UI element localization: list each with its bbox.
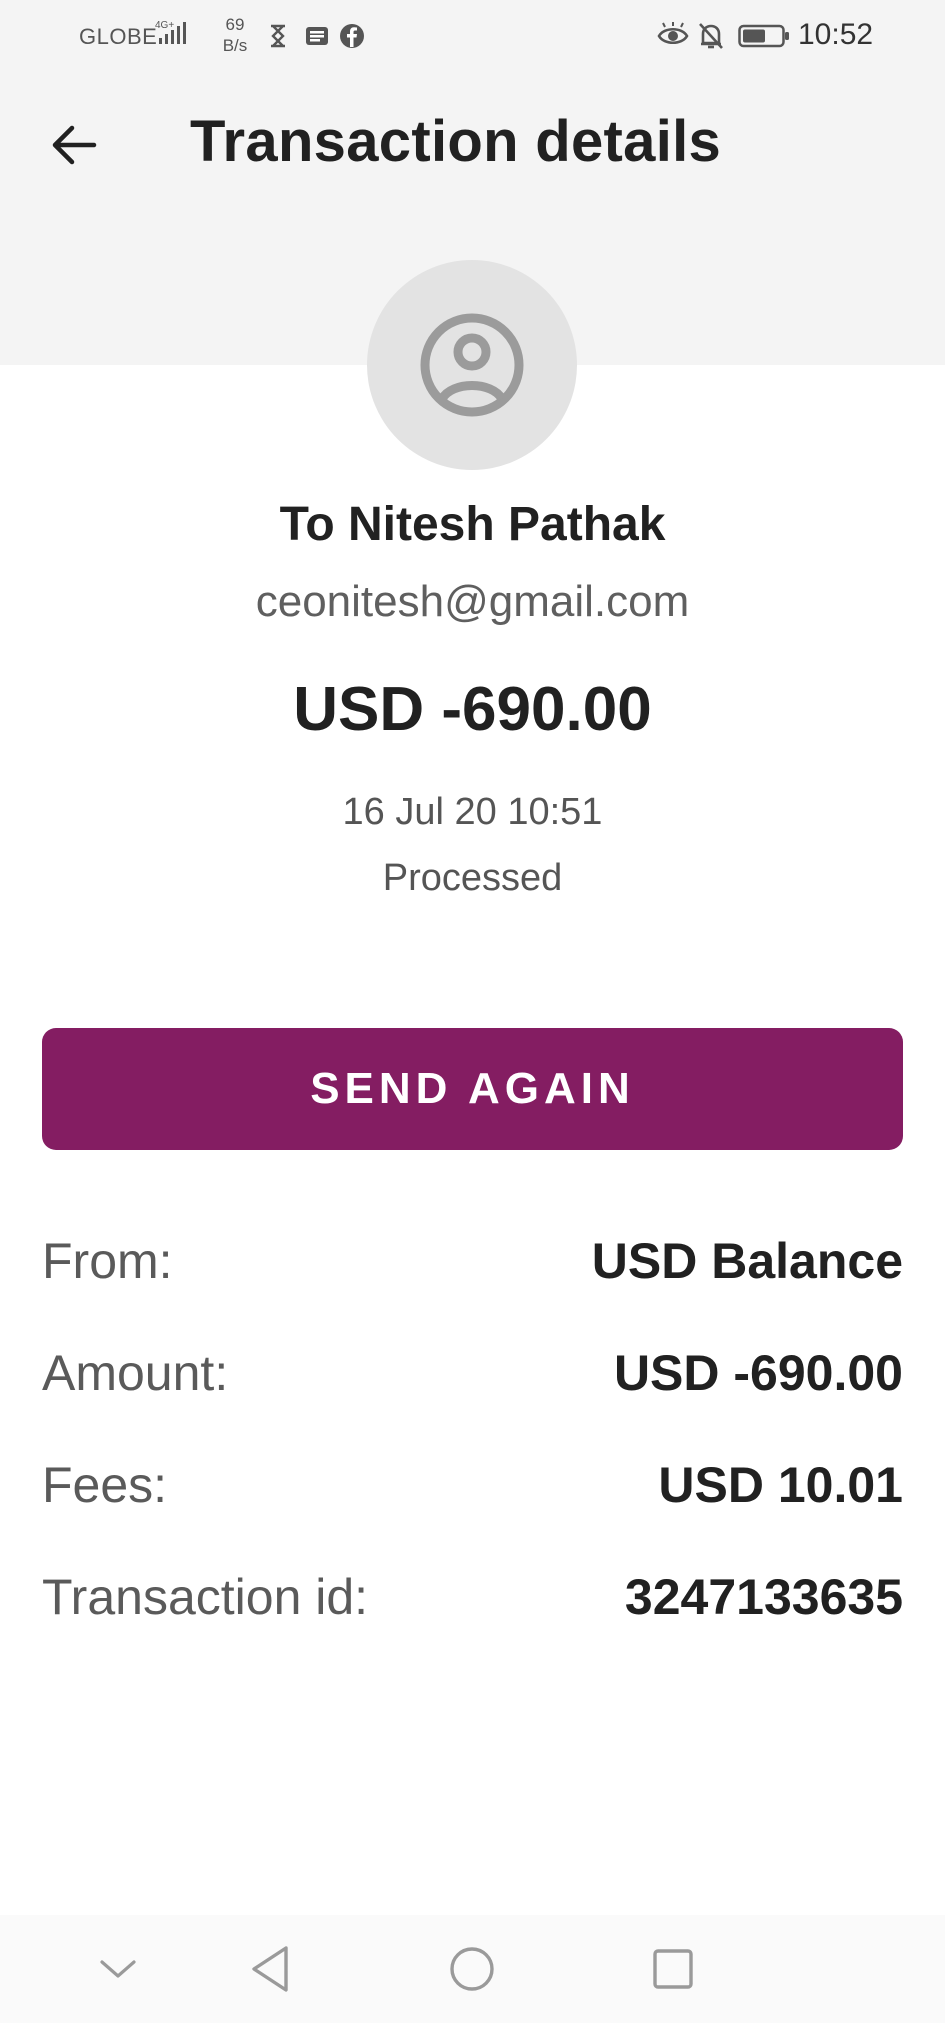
back-button[interactable] [40,115,108,175]
detail-value: 3247133635 [624,1569,903,1625]
nav-home-button[interactable] [440,1937,504,2001]
nav-recent-icon [653,1949,693,1989]
hourglass-icon [271,24,285,48]
nav-hide-button[interactable] [86,1937,150,2001]
detail-value: USD 10.01 [658,1457,903,1513]
detail-row-transaction-id: Transaction id: 3247133635 [42,1568,903,1638]
page-title: Transaction details [190,109,722,174]
navigation-bar [0,1915,945,2023]
nav-recent-button[interactable] [641,1937,705,2001]
network-label: 4G+ [155,20,174,31]
news-icon [306,27,328,45]
signal-icon: 4G+ [155,20,186,44]
arrow-left-icon [52,125,97,165]
bell-off-icon [699,23,723,49]
detail-label: From: [42,1233,173,1289]
carrier-label: GLOBE [79,24,158,49]
detail-value: USD -690.00 [613,1345,903,1401]
avatar [367,260,577,470]
chevron-down-icon [100,1960,136,1978]
detail-row-from: From: USD Balance [42,1232,903,1302]
status-bar: GLOBE 4G+ 69 B/s 10:52 [0,0,945,72]
eye-icon [657,22,689,45]
network-speed: 69 B/s [218,14,252,56]
transaction-status: Processed [382,857,563,899]
facebook-icon [340,24,364,48]
detail-value: USD Balance [591,1233,903,1289]
user-circle-icon [420,313,524,417]
send-again-button[interactable]: SEND AGAIN [42,1028,903,1150]
detail-row-fees: Fees: USD 10.01 [42,1456,903,1526]
transaction-amount: USD -690.00 [293,675,652,744]
nav-back-icon [252,1946,288,1992]
speed-value: 69 [225,15,245,34]
detail-row-amount: Amount: USD -690.00 [42,1344,903,1414]
recipient-name: To Nitesh Pathak [279,498,666,551]
speed-unit: B/s [222,36,248,55]
detail-label: Transaction id: [42,1569,369,1625]
recipient-email: ceonitesh@gmail.com [255,577,690,626]
detail-label: Fees: [42,1457,168,1513]
battery-icon [738,24,789,48]
nav-back-button[interactable] [238,1937,302,2001]
detail-label: Amount: [42,1345,229,1401]
transaction-date: 16 Jul 20 10:51 [342,791,603,833]
clock: 10:52 [798,18,874,51]
nav-home-icon [450,1947,494,1991]
